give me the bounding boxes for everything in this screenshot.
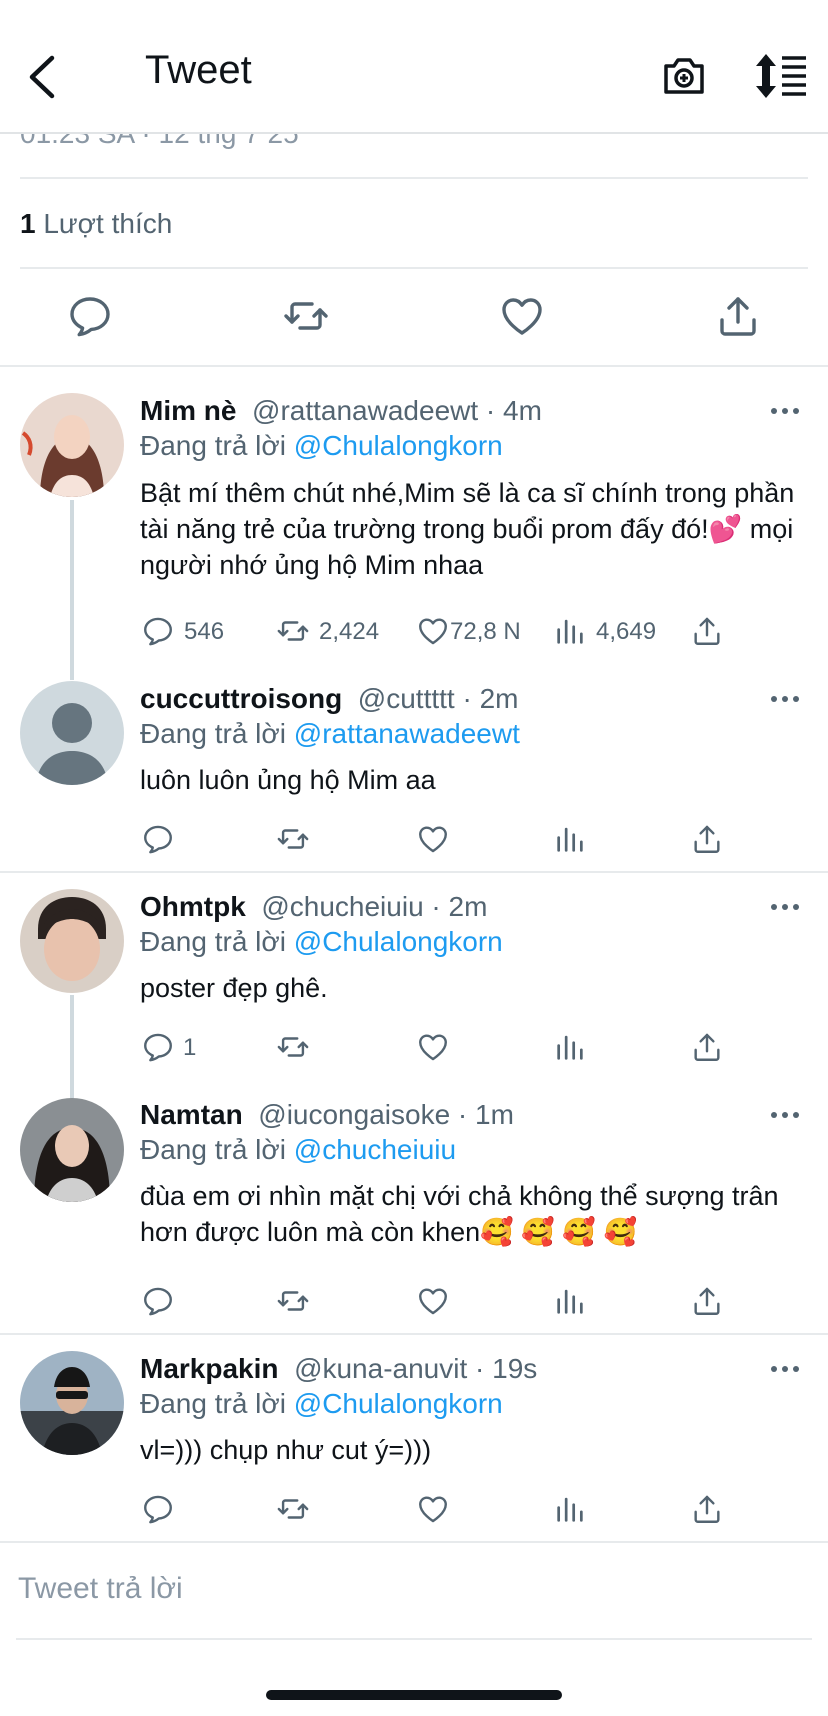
mention-link[interactable]: @chucheiuiu bbox=[294, 1134, 456, 1165]
views-icon[interactable] bbox=[553, 1284, 587, 1318]
display-name[interactable]: cuccuttroisong bbox=[140, 683, 342, 714]
thread-connector bbox=[70, 995, 74, 1100]
like-icon[interactable] bbox=[416, 1284, 450, 1318]
more-options-icon[interactable] bbox=[770, 902, 800, 912]
replying-to-label: Đang trả lời bbox=[140, 718, 286, 749]
views-icon[interactable] bbox=[553, 1030, 587, 1064]
divider bbox=[20, 177, 808, 179]
retweet-icon[interactable] bbox=[276, 1284, 310, 1318]
replying-to: Đang trả lời @rattanawadeewt bbox=[140, 718, 520, 750]
divider bbox=[0, 1333, 828, 1335]
share-icon[interactable] bbox=[690, 1284, 724, 1318]
divider bbox=[0, 365, 828, 367]
reply-count: 546 bbox=[184, 618, 225, 645]
mention-link[interactable]: @Chulalongkorn bbox=[294, 926, 503, 957]
sort-replies-icon[interactable] bbox=[754, 52, 808, 100]
avatar[interactable] bbox=[20, 393, 124, 497]
likes-label: Lượt thích bbox=[43, 208, 173, 239]
retweet-count: 2,424 bbox=[319, 618, 380, 645]
retweet-icon[interactable] bbox=[282, 292, 330, 340]
like-icon[interactable] bbox=[416, 822, 450, 856]
more-options-icon[interactable] bbox=[770, 1110, 800, 1120]
handle-time: @kuna-anuvit · 19s bbox=[294, 1353, 538, 1384]
replying-to: Đang trả lời @chucheiuiu bbox=[140, 1134, 456, 1166]
more-options-icon[interactable] bbox=[770, 406, 800, 416]
likes-count: 1 bbox=[20, 208, 36, 239]
views-count: 4,649 bbox=[596, 618, 657, 645]
thread-connector bbox=[70, 500, 74, 680]
likes-summary[interactable]: 1 Lượt thích bbox=[20, 208, 172, 240]
tweet-text: poster đẹp ghê. bbox=[140, 973, 328, 1003]
retweet-icon[interactable] bbox=[276, 1492, 310, 1526]
camera-icon[interactable] bbox=[660, 52, 708, 100]
like-count: 72,8 N bbox=[450, 618, 521, 645]
mention-link[interactable]: @Chulalongkorn bbox=[294, 430, 503, 461]
reply-header: cuccuttroisong @cuttttt · 2m bbox=[140, 683, 518, 715]
tweet-text: vl=))) chụp như cut ý=))) bbox=[140, 1435, 432, 1465]
handle-time: @iucongaisoke · 1m bbox=[258, 1099, 514, 1130]
avatar[interactable] bbox=[20, 681, 124, 785]
top-nav-bar: Tweet bbox=[0, 0, 828, 134]
reply-icon[interactable] bbox=[141, 1284, 175, 1318]
mention-link[interactable]: @Chulalongkorn bbox=[294, 1388, 503, 1419]
avatar[interactable] bbox=[20, 1351, 124, 1455]
more-options-icon[interactable] bbox=[770, 1364, 800, 1374]
display-name[interactable]: Ohmtpk bbox=[140, 891, 246, 922]
replying-to-label: Đang trả lời bbox=[140, 1388, 286, 1419]
views-icon[interactable] bbox=[553, 1492, 587, 1526]
replying-to-label: Đang trả lời bbox=[140, 926, 286, 957]
reply-icon[interactable] bbox=[66, 292, 114, 340]
home-indicator bbox=[266, 1690, 562, 1700]
retweet-icon[interactable] bbox=[276, 614, 310, 648]
like-icon[interactable] bbox=[498, 292, 546, 340]
retweet-icon[interactable] bbox=[276, 1030, 310, 1064]
page-title: Tweet bbox=[145, 48, 252, 92]
display-name[interactable]: Mim nè bbox=[140, 395, 236, 426]
retweet-icon[interactable] bbox=[276, 822, 310, 856]
handle-time: @cuttttt · 2m bbox=[357, 683, 519, 714]
reply-icon[interactable] bbox=[141, 614, 175, 648]
reply-header: Ohmtpk @chucheiuiu · 2m bbox=[140, 891, 487, 923]
reply-header: Mim nè @rattanawadeewt · 4m bbox=[140, 395, 542, 427]
share-icon[interactable] bbox=[690, 614, 724, 648]
views-icon[interactable] bbox=[553, 822, 587, 856]
tweet-text: Bật mí thêm chút nhé,Mim sẽ là ca sĩ chí… bbox=[140, 478, 795, 580]
share-icon[interactable] bbox=[690, 1492, 724, 1526]
like-icon[interactable] bbox=[416, 1030, 450, 1064]
display-name[interactable]: Namtan bbox=[140, 1099, 243, 1130]
reply-icon[interactable] bbox=[141, 1492, 175, 1526]
like-icon[interactable] bbox=[416, 614, 450, 648]
views-icon[interactable] bbox=[553, 614, 587, 648]
like-icon[interactable] bbox=[416, 1492, 450, 1526]
handle-time: @chucheiuiu · 2m bbox=[261, 891, 488, 922]
more-options-icon[interactable] bbox=[770, 694, 800, 704]
share-icon[interactable] bbox=[690, 1030, 724, 1064]
reply-icon[interactable] bbox=[141, 822, 175, 856]
divider bbox=[0, 871, 828, 873]
share-icon[interactable] bbox=[690, 822, 724, 856]
display-name[interactable]: Markpakin bbox=[140, 1353, 279, 1384]
replying-to-label: Đang trả lời bbox=[140, 1134, 286, 1165]
replying-to: Đang trả lời @Chulalongkorn bbox=[140, 430, 503, 462]
mention-link[interactable]: @rattanawadeewt bbox=[294, 718, 520, 749]
divider bbox=[0, 1541, 828, 1543]
reply-icon[interactable] bbox=[141, 1030, 175, 1064]
share-icon[interactable] bbox=[714, 292, 762, 340]
replying-to: Đang trả lời @Chulalongkorn bbox=[140, 926, 503, 958]
avatar[interactable] bbox=[20, 889, 124, 993]
reply-header: Markpakin @kuna-anuvit · 19s bbox=[140, 1353, 537, 1385]
replying-to-label: Đang trả lời bbox=[140, 430, 286, 461]
divider bbox=[20, 267, 808, 269]
avatar[interactable] bbox=[20, 1098, 124, 1202]
divider bbox=[16, 1638, 812, 1640]
replying-to: Đang trả lời @Chulalongkorn bbox=[140, 1388, 503, 1420]
reply-compose-input[interactable]: Tweet trả lời bbox=[18, 1572, 183, 1606]
back-arrow-icon[interactable] bbox=[22, 52, 62, 102]
reply-count: 1 bbox=[183, 1034, 197, 1061]
tweet-text: luôn luôn ủng hộ Mim aa bbox=[140, 765, 436, 795]
handle-time: @rattanawadeewt · 4m bbox=[252, 395, 542, 426]
tweet-text: đùa em ơi nhìn mặt chị với chả không thể… bbox=[140, 1181, 779, 1247]
reply-header: Namtan @iucongaisoke · 1m bbox=[140, 1099, 514, 1131]
